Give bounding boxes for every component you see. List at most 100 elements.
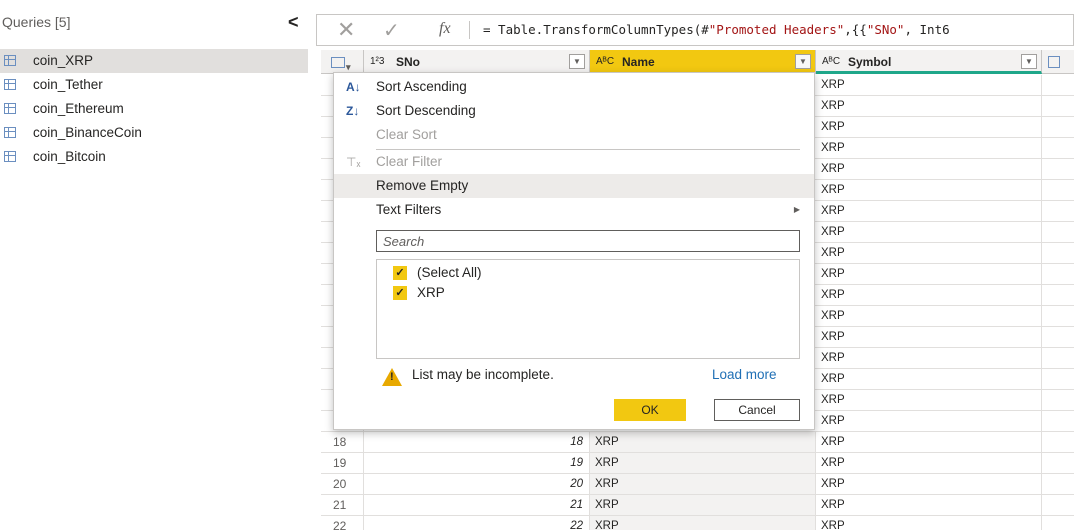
column-label: Symbol	[848, 55, 892, 69]
number-type-icon[interactable]: 1²3	[370, 50, 384, 74]
cell-symbol[interactable]: XRP	[816, 96, 1042, 116]
menu-item-label: Sort Descending	[376, 103, 476, 118]
cell-symbol[interactable]: XRP	[816, 222, 1042, 242]
row-number[interactable]: 21	[321, 495, 364, 515]
cell-symbol[interactable]: XRP	[816, 516, 1042, 530]
fx-icon[interactable]: fx	[439, 20, 451, 38]
checkmark-icon[interactable]: ✓	[383, 18, 400, 43]
clear-filter-item[interactable]: ⊤ₓ Clear Filter	[334, 150, 814, 174]
formula-separator	[469, 21, 470, 39]
checkbox-checked-icon[interactable]: ✓	[393, 286, 407, 300]
row-number[interactable]: 22	[321, 516, 364, 530]
chevron-left-icon[interactable]: <	[288, 12, 299, 33]
cell-name[interactable]: XRP	[590, 495, 816, 515]
sort-ascending-icon: A↓	[346, 80, 361, 94]
table-icon	[4, 103, 16, 114]
grid-header: 1²3 SNo ▼ AᴮC Name ▼ AᴮC Symbol ▼	[321, 50, 1074, 79]
cell-sno[interactable]: 20	[364, 474, 590, 494]
cell-symbol[interactable]: XRP	[816, 474, 1042, 494]
clear-filter-icon: ⊤ₓ	[346, 155, 361, 169]
column-label: Name	[622, 55, 655, 69]
column-filter-menu: A↓ Sort Ascending Z↓ Sort Descending Cle…	[333, 72, 815, 430]
checkbox-checked-icon[interactable]: ✓	[393, 266, 407, 280]
ok-button[interactable]: OK	[614, 399, 686, 421]
chevron-right-icon: ▶	[793, 205, 800, 214]
close-icon[interactable]: ✕	[337, 17, 355, 43]
cell-name[interactable]: XRP	[590, 474, 816, 494]
cell-symbol[interactable]: XRP	[816, 117, 1042, 137]
table-row: 22 22 XRP XRP	[321, 516, 1074, 530]
query-item-label: coin_Bitcoin	[33, 149, 106, 164]
row-number[interactable]: 20	[321, 474, 364, 494]
query-item-coin-bitcoin[interactable]: coin_Bitcoin	[0, 145, 308, 169]
cancel-button[interactable]: Cancel	[714, 399, 800, 421]
cell-symbol[interactable]: XRP	[816, 432, 1042, 452]
table-icon	[4, 79, 16, 90]
cell-name[interactable]: XRP	[590, 432, 816, 452]
cell-symbol[interactable]: XRP	[816, 75, 1042, 95]
cell-sno[interactable]: 18	[364, 432, 590, 452]
cell-symbol[interactable]: XRP	[816, 159, 1042, 179]
cell-symbol[interactable]: XRP	[816, 306, 1042, 326]
query-item-coin-tether[interactable]: coin_Tether	[0, 73, 308, 97]
query-item-coin-binancecoin[interactable]: coin_BinanceCoin	[0, 121, 308, 145]
cell-symbol[interactable]: XRP	[816, 390, 1042, 410]
incomplete-list-warning: List may be incomplete.	[412, 367, 554, 382]
queries-title: Queries [5]	[2, 14, 71, 30]
cell-name[interactable]: XRP	[590, 516, 816, 530]
table-icon	[4, 151, 16, 162]
column-header-name[interactable]: AᴮC Name ▼	[590, 50, 816, 74]
query-item-coin-xrp[interactable]: coin_XRP	[0, 49, 308, 73]
text-type-icon[interactable]: AᴮC	[822, 50, 840, 74]
cell-symbol[interactable]: XRP	[816, 201, 1042, 221]
filter-value-list: ✓ (Select All) ✓ XRP	[376, 259, 800, 359]
query-item-coin-ethereum[interactable]: coin_Ethereum	[0, 97, 308, 121]
menu-item-label: Remove Empty	[376, 178, 469, 193]
sort-ascending-item[interactable]: A↓ Sort Ascending	[334, 75, 814, 99]
table-menu-icon[interactable]	[331, 55, 351, 79]
row-number[interactable]: 18	[321, 432, 364, 452]
remove-empty-item[interactable]: Remove Empty	[334, 174, 814, 198]
menu-item-label: Text Filters	[376, 202, 442, 217]
chevron-down-icon[interactable]: ▼	[569, 54, 585, 69]
table-row: 20 20 XRP XRP	[321, 474, 1074, 495]
search-input[interactable]	[376, 230, 800, 252]
cell-symbol[interactable]: XRP	[816, 495, 1042, 515]
cell-symbol[interactable]: XRP	[816, 327, 1042, 347]
cell-symbol[interactable]: XRP	[816, 348, 1042, 368]
column-header-symbol[interactable]: AᴮC Symbol ▼	[816, 50, 1042, 74]
chevron-down-icon[interactable]: ▼	[795, 54, 811, 69]
formula-mid: ,{{	[844, 22, 867, 37]
cell-symbol[interactable]: XRP	[816, 243, 1042, 263]
query-item-label: coin_Tether	[33, 77, 103, 92]
text-filters-item[interactable]: Text Filters ▶	[334, 198, 814, 222]
cell-symbol[interactable]: XRP	[816, 411, 1042, 431]
menu-item-label: Sort Ascending	[376, 79, 467, 94]
date-type-icon[interactable]	[1048, 56, 1060, 68]
row-number[interactable]: 19	[321, 453, 364, 473]
cell-sno[interactable]: 21	[364, 495, 590, 515]
value-label: XRP	[417, 285, 445, 300]
chevron-down-icon[interactable]: ▼	[1021, 54, 1037, 69]
table-menu-cell	[321, 50, 364, 79]
load-more-link[interactable]: Load more	[712, 367, 777, 382]
cell-symbol[interactable]: XRP	[816, 369, 1042, 389]
cell-symbol[interactable]: XRP	[816, 138, 1042, 158]
cell-symbol[interactable]: XRP	[816, 453, 1042, 473]
cell-symbol[interactable]: XRP	[816, 285, 1042, 305]
clear-sort-item[interactable]: Clear Sort	[334, 123, 814, 147]
formula-string-1: "Promoted Headers"	[708, 22, 845, 37]
cell-name[interactable]: XRP	[590, 453, 816, 473]
cell-symbol[interactable]: XRP	[816, 180, 1042, 200]
cell-sno[interactable]: 22	[364, 516, 590, 530]
formula-string-2: "SNo"	[866, 22, 905, 37]
text-type-icon[interactable]: AᴮC	[596, 50, 614, 74]
sort-descending-item[interactable]: Z↓ Sort Descending	[334, 99, 814, 123]
cell-symbol[interactable]: XRP	[816, 264, 1042, 284]
column-header-next[interactable]	[1042, 50, 1074, 74]
warning-exclamation: !	[390, 371, 394, 383]
formula-input[interactable]: = Table.TransformColumnTypes(#"Promoted …	[483, 22, 950, 37]
cell-sno[interactable]: 19	[364, 453, 590, 473]
column-header-sno[interactable]: 1²3 SNo ▼	[364, 50, 590, 74]
table-row: 21 21 XRP XRP	[321, 495, 1074, 516]
